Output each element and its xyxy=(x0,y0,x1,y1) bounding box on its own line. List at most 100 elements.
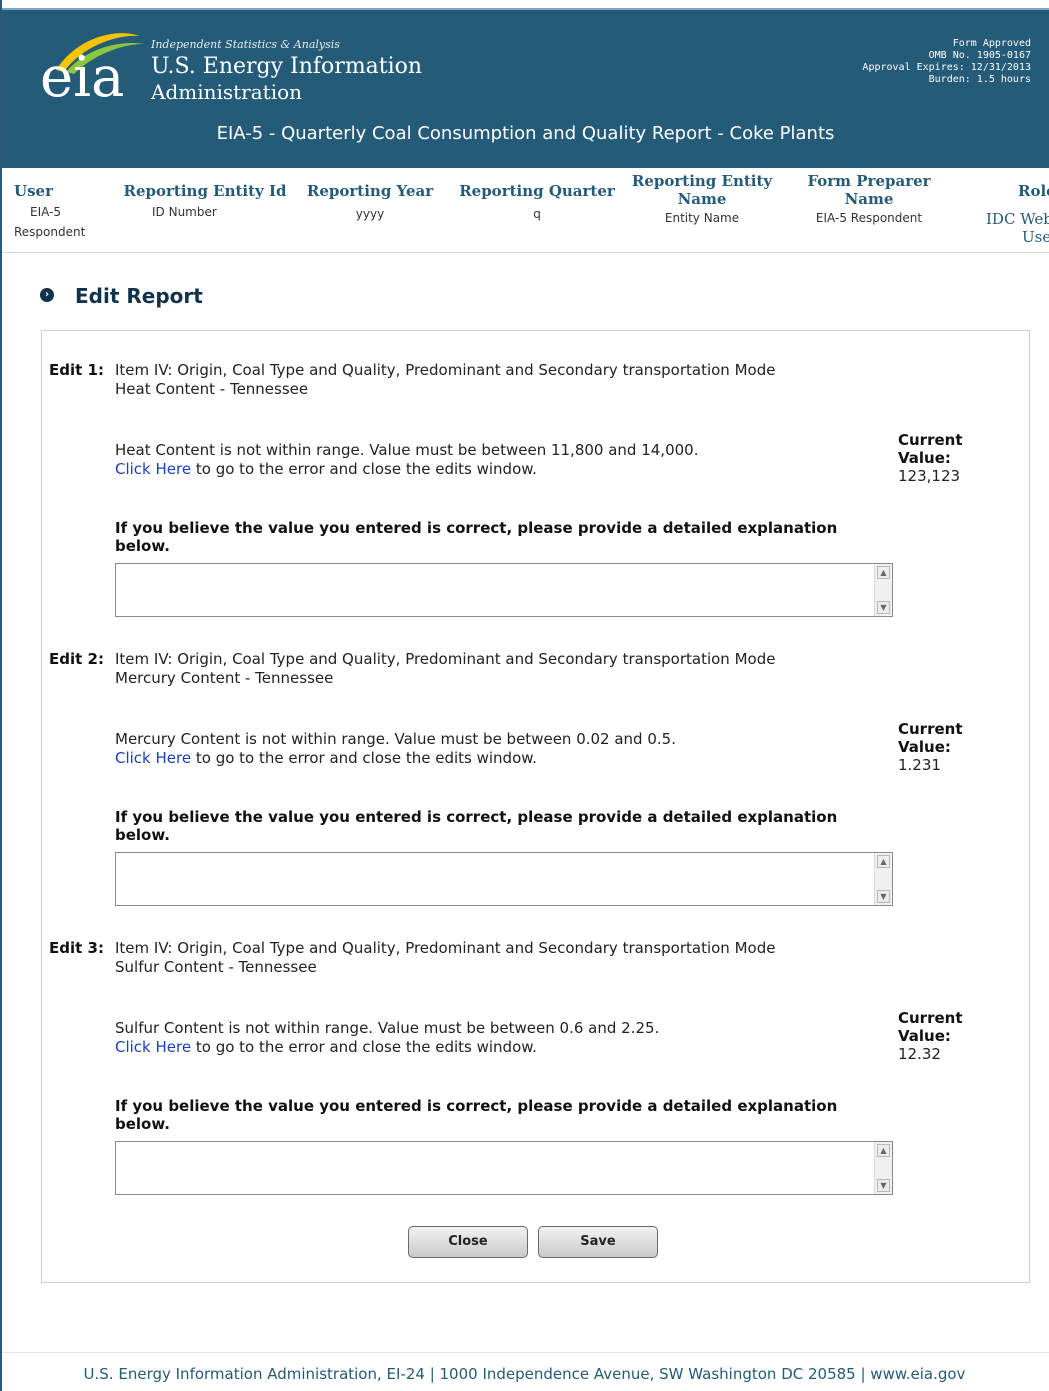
click-here-link[interactable]: Click Here xyxy=(115,749,191,767)
user-value: EIA-5 Respondent xyxy=(14,202,104,242)
footer-separator xyxy=(2,1352,1049,1353)
current-value: 123,123 xyxy=(898,467,961,485)
scroll-up-arrow-icon[interactable]: ▲ xyxy=(877,1144,890,1157)
eia-logo[interactable]: eia Independent Statistics & Analysis U.… xyxy=(38,26,458,116)
explanation-textarea-box: ▲ ▼ xyxy=(115,563,893,617)
reporting-year-value: yyyy xyxy=(355,207,385,221)
logo-tagline: Independent Statistics & Analysis xyxy=(151,38,340,51)
reporting-year-column: Reporting Year yyyy xyxy=(300,172,440,224)
edit-item-line2: Sulfur Content - Tennessee xyxy=(115,958,317,976)
scroll-up-arrow-icon[interactable]: ▲ xyxy=(877,855,890,868)
explanation-textarea[interactable] xyxy=(116,564,873,616)
agency-name-line1: U.S. Energy Information xyxy=(151,54,423,79)
edit-error-link-line: Click Here to go to the error and close … xyxy=(115,1038,659,1057)
edit-item-line1: Item IV: Origin, Coal Type and Quality, … xyxy=(115,939,776,957)
link-suffix: to go to the error and close the edits w… xyxy=(191,460,537,478)
textarea-scrollbar[interactable]: ▲ ▼ xyxy=(874,853,892,905)
current-value-label-line2: Value: xyxy=(898,738,951,756)
edit-item-line1: Item IV: Origin, Coal Type and Quality, … xyxy=(115,361,776,379)
current-value: 12.32 xyxy=(898,1045,941,1063)
form-preparer-value: EIA-5 Respondent xyxy=(815,211,923,225)
edit-item-line2: Mercury Content - Tennessee xyxy=(115,669,334,687)
current-value-label-line1: Current xyxy=(898,431,963,449)
form-title: EIA-5 - Quarterly Coal Consumption and Q… xyxy=(216,123,835,144)
scroll-up-arrow-icon[interactable]: ▲ xyxy=(877,566,890,579)
edit-panel: Edit 1: Item IV: Origin, Coal Type and Q… xyxy=(41,330,1030,1283)
edit-error-link-line: Click Here to go to the error and close … xyxy=(115,460,698,479)
entity-id-value: ID Number xyxy=(152,205,217,219)
form-preparer-label-line1: Form Preparer xyxy=(807,172,931,190)
current-value-label-line2: Value: xyxy=(898,1027,951,1045)
entity-name-value: Entity Name xyxy=(664,211,740,225)
explanation-prompt: If you believe the value you entered is … xyxy=(115,1097,838,1133)
edit-error-message: Sulfur Content is not within range. Valu… xyxy=(115,1019,659,1057)
edit-item-line2: Heat Content - Tennessee xyxy=(115,380,309,398)
explanation-textarea-box: ▲ ▼ xyxy=(115,852,893,906)
reporting-quarter-value: q xyxy=(533,207,541,221)
logo-mark: eia xyxy=(40,45,125,110)
edit-error-message: Mercury Content is not within range. Val… xyxy=(115,730,676,768)
approval-expires: Approval Expires: 12/31/2013 xyxy=(862,62,1031,73)
reporting-quarter-column: Reporting Quarter q xyxy=(452,172,622,224)
current-value-label-line1: Current xyxy=(898,720,963,738)
explanation-textarea[interactable] xyxy=(116,1142,873,1194)
scroll-down-arrow-icon[interactable]: ▼ xyxy=(877,1179,890,1192)
current-value: 1.231 xyxy=(898,756,941,774)
role-column: Role IDC Web User xyxy=(986,172,1049,246)
user-value-line1: EIA-5 xyxy=(30,205,62,219)
current-value-block: Current Value: 12.32 xyxy=(898,1009,963,1063)
scroll-down-arrow-icon[interactable]: ▼ xyxy=(877,601,890,614)
textarea-scrollbar[interactable]: ▲ ▼ xyxy=(874,1142,892,1194)
reporting-year-label: Reporting Year xyxy=(306,182,434,200)
reporting-quarter-label: Reporting Quarter xyxy=(459,182,615,200)
current-value-label-line2: Value: xyxy=(898,449,951,467)
footer-text: U.S. Energy Information Administration, … xyxy=(83,1365,966,1383)
entity-id-label: Reporting Entity Id xyxy=(123,182,287,200)
banner-top-line xyxy=(2,8,1049,10)
edit-label: Edit 1: xyxy=(49,361,104,379)
edit-item-description: Item IV: Origin, Coal Type and Quality, … xyxy=(115,361,775,399)
entity-name-label-line1: Reporting Entity xyxy=(631,172,773,190)
entity-name-label-line2: Name xyxy=(677,190,727,208)
edit-error-text: Mercury Content is not within range. Val… xyxy=(115,730,676,748)
current-value-block: Current Value: 123,123 xyxy=(898,431,963,485)
edit-error-text: Sulfur Content is not within range. Valu… xyxy=(115,1019,660,1037)
info-separator xyxy=(2,252,1049,253)
link-suffix: to go to the error and close the edits w… xyxy=(191,749,537,767)
omb-number: OMB No. 1905-0167 xyxy=(928,50,1031,61)
form-preparer-column: Form Preparer Name EIA-5 Respondent xyxy=(794,172,944,228)
explanation-prompt: If you believe the value you entered is … xyxy=(115,519,838,555)
user-label: User xyxy=(14,182,53,200)
user-column: User EIA-5 Respondent xyxy=(14,172,104,242)
edit-item-description: Item IV: Origin, Coal Type and Quality, … xyxy=(115,939,775,977)
edit-error-message: Heat Content is not within range. Value … xyxy=(115,441,698,479)
form-preparer-label-line2: Name xyxy=(844,190,894,208)
click-here-link[interactable]: Click Here xyxy=(115,1038,191,1056)
explanation-textarea[interactable] xyxy=(116,853,873,905)
save-button[interactable]: Save xyxy=(538,1226,658,1258)
report-info-row: User EIA-5 Respondent Reporting Entity I… xyxy=(0,172,1049,250)
link-suffix: to go to the error and close the edits w… xyxy=(191,1038,537,1056)
form-approval-info: Form Approved OMB No. 1905-0167 Approval… xyxy=(862,38,1031,86)
scroll-down-arrow-icon[interactable]: ▼ xyxy=(877,890,890,903)
edit-error-link-line: Click Here to go to the error and close … xyxy=(115,749,676,768)
edit-item-3: Edit 3: Item IV: Origin, Coal Type and Q… xyxy=(42,939,1029,1224)
edit-item-line1: Item IV: Origin, Coal Type and Quality, … xyxy=(115,650,776,668)
header-banner: eia Independent Statistics & Analysis U.… xyxy=(2,8,1049,168)
explanation-textarea-box: ▲ ▼ xyxy=(115,1141,893,1195)
edit-label: Edit 2: xyxy=(49,650,104,668)
agency-name-line2: Administration xyxy=(151,80,303,104)
edit-item-1: Edit 1: Item IV: Origin, Coal Type and Q… xyxy=(42,361,1029,646)
entity-id-column: Reporting Entity Id ID Number xyxy=(115,172,295,222)
entity-name-column: Reporting Entity Name Entity Name xyxy=(622,172,782,228)
user-value-line2: Respondent xyxy=(14,225,86,239)
role-value-line1[interactable]: IDC Web xyxy=(986,210,1049,228)
edit-item-description: Item IV: Origin, Coal Type and Quality, … xyxy=(115,650,775,688)
click-here-link[interactable]: Click Here xyxy=(115,460,191,478)
textarea-scrollbar[interactable]: ▲ ▼ xyxy=(874,564,892,616)
role-label: Role xyxy=(1018,182,1049,200)
edit-label: Edit 3: xyxy=(49,939,104,957)
close-button[interactable]: Close xyxy=(408,1226,528,1258)
role-value-line2[interactable]: User xyxy=(986,228,1049,246)
page-title-text: Edit Report xyxy=(75,284,203,308)
